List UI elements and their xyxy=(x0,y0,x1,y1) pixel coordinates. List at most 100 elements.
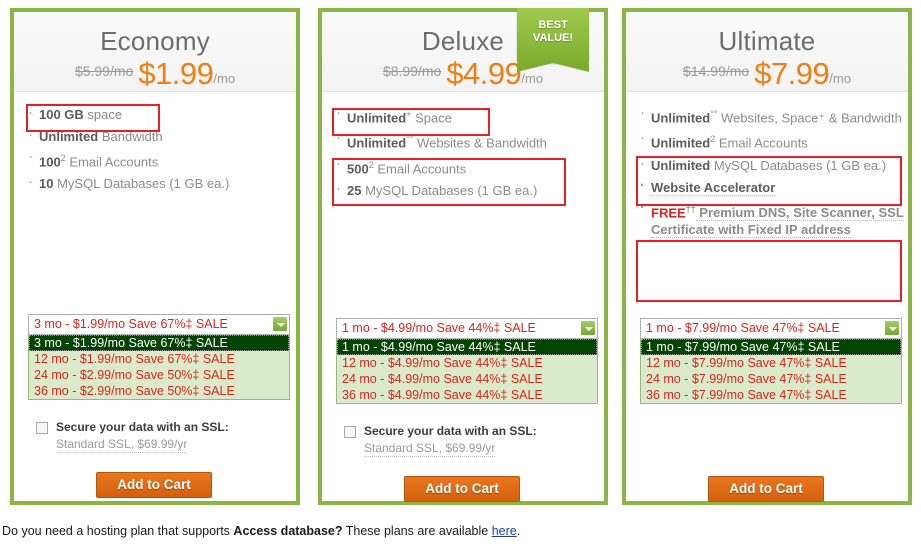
chevron-down-icon[interactable] xyxy=(272,316,288,332)
feature-list-ultimate: Unlimited°° Websites, Space⁺ & Bandwidth… xyxy=(626,92,908,238)
plan-old-price-ultimate: $14.99/mo xyxy=(683,63,750,79)
footer-note: Do you need a hosting plan that supports… xyxy=(2,524,520,538)
feature-footnote-marker: †† xyxy=(685,203,696,214)
chevron-down-icon[interactable] xyxy=(884,320,900,336)
feature-text: Websites xyxy=(717,110,775,126)
plan-card-ultimate: Ultimate $14.99/mo$7.99/mo Unlimited°° W… xyxy=(622,8,912,505)
feature-highlight: FREE xyxy=(651,204,686,220)
ssl-label-economy: Secure your data with an SSL: xyxy=(56,420,229,434)
plan-card-deluxe: Deluxe $8.99/mo$4.99/mo Unlimited+ Space… xyxy=(318,8,608,505)
feature-text: MySQL Databases (1 GB ea.) xyxy=(710,157,887,173)
feature-item: Unlimited Bandwidth xyxy=(26,126,296,145)
plan-price-economy: $1.99 xyxy=(138,56,214,91)
term-option-list-ultimate[interactable]: 1 mo - $7.99/mo Save 47%‡ SALE 12 mo - $7… xyxy=(640,339,902,404)
add-to-cart-button-deluxe[interactable]: Add to Cart xyxy=(404,476,520,502)
term-option[interactable]: 24 mo - $4.99/mo Save 44%‡ SALE xyxy=(337,371,597,387)
feature-item: 25 MySQL Databases (1 GB ea.) xyxy=(334,180,604,199)
feature-highlight: Unlimited xyxy=(39,129,99,144)
term-option[interactable]: 36 mo - $7.99/mo Save 47%‡ SALE xyxy=(641,387,901,403)
term-select-display-economy[interactable]: 3 mo - $1.99/mo Save 67%‡ SALE xyxy=(28,314,290,335)
term-selector-economy[interactable]: 3 mo - $1.99/mo Save 67%‡ SALE 3 mo - $1… xyxy=(28,314,290,400)
feature-text-tail: & Bandwidth xyxy=(470,135,547,151)
feature-text: Email Accounts xyxy=(715,135,808,151)
term-option[interactable]: 36 mo - $4.99/mo Save 44%‡ SALE xyxy=(337,387,597,403)
footer-link-here[interactable]: here xyxy=(492,524,517,538)
plan-price-row-economy: $5.99/mo $1.99/mo xyxy=(14,58,296,89)
ssl-sublabel-economy: Standard SSL, $69.99/yr xyxy=(56,437,188,453)
feature-text: Bandwidth xyxy=(98,129,163,144)
chevron-down-icon[interactable] xyxy=(580,320,596,336)
term-option[interactable]: 36 mo - $2.99/mo Save 50%‡ SALE xyxy=(29,383,289,399)
feature-item: 5002 Email Accounts xyxy=(334,155,604,177)
feature-text: Websites xyxy=(413,135,471,151)
ssl-sublabel-deluxe: Standard SSL, $69.99/yr xyxy=(364,441,496,457)
plan-price-deluxe: $4.99 xyxy=(446,56,522,91)
term-option[interactable]: 24 mo - $2.99/mo Save 50%‡ SALE xyxy=(29,367,289,383)
feature-text: Email Accounts xyxy=(373,160,467,176)
plan-old-price-deluxe: $8.99/mo xyxy=(382,63,442,79)
feature-item: 10 MySQL Databases (1 GB ea.) xyxy=(26,173,296,192)
feature-text-tail: , Space⁺ & Bandwidth xyxy=(774,110,902,126)
term-option[interactable]: 24 mo - $7.99/mo Save 47%‡ SALE xyxy=(641,371,901,387)
plan-price-row-ultimate: $14.99/mo $7.99/mo xyxy=(626,58,908,89)
ssl-upsell-economy: Secure your data with an SSL: Standard S… xyxy=(28,420,288,453)
term-option[interactable]: 12 mo - $4.99/mo Save 44%‡ SALE xyxy=(337,355,597,371)
term-option[interactable]: 1 mo - $7.99/mo Save 47%‡ SALE xyxy=(641,339,901,355)
feature-item: Unlimited MySQL Databases (1 GB ea.) xyxy=(638,155,908,174)
term-selector-ultimate[interactable]: 1 mo - $7.99/mo Save 47%‡ SALE 1 mo - $7… xyxy=(640,318,902,404)
best-value-ribbon: BEST VALUE! xyxy=(517,8,589,72)
plan-price-period-ultimate: /mo xyxy=(829,71,851,86)
footer-text-middle: These plans are available xyxy=(342,524,492,538)
term-option-list-deluxe[interactable]: 1 mo - $4.99/mo Save 44%‡ SALE 12 mo - $4… xyxy=(336,339,598,404)
annotation-box-ultimate-free-extras xyxy=(636,240,902,302)
ribbon-line-1: BEST xyxy=(538,19,568,31)
feature-list-deluxe: Unlimited+ Space Unlimited°° Websites & B… xyxy=(322,92,604,199)
feature-text: Email Accounts xyxy=(65,154,159,170)
feature-highlight: 500 xyxy=(347,160,369,176)
footer-text-after: . xyxy=(516,524,521,538)
feature-list-economy: 100 GB space Unlimited Bandwidth 1002 Emai… xyxy=(14,92,296,192)
add-to-cart-button-ultimate[interactable]: Add to Cart xyxy=(708,476,824,502)
ssl-label-deluxe: Secure your data with an SSL: xyxy=(364,424,537,438)
term-option[interactable]: 1 mo - $4.99/mo Save 44%‡ SALE xyxy=(337,339,597,355)
feature-item: Unlimited+ Space xyxy=(334,104,604,126)
feature-text: MySQL Databases (1 GB ea.) xyxy=(361,182,538,198)
plan-title-economy: Economy xyxy=(100,26,210,56)
plan-header-ultimate: Ultimate $14.99/mo $7.99/mo xyxy=(626,12,908,92)
term-option[interactable]: 12 mo - $7.99/mo Save 47%‡ SALE xyxy=(641,355,901,371)
ribbon-line-2: VALUE! xyxy=(532,32,574,44)
plan-header-economy: Economy $5.99/mo $1.99/mo xyxy=(14,12,296,92)
feature-item: Unlimited°° Websites, Space⁺ & Bandwidth xyxy=(638,104,908,126)
ssl-checkbox-deluxe[interactable] xyxy=(344,426,356,438)
feature-text: MySQL Databases (1 GB ea.) xyxy=(53,176,230,192)
feature-item: Unlimited2 Email Accounts xyxy=(638,129,908,151)
feature-item: Unlimited°° Websites & Bandwidth xyxy=(334,129,604,151)
plan-price-ultimate: $7.99 xyxy=(754,56,830,91)
add-to-cart-button-economy[interactable]: Add to Cart xyxy=(96,472,212,498)
feature-highlight: Unlimited xyxy=(651,157,711,173)
footer-text-before: Do you need a hosting plan that supports xyxy=(2,524,234,538)
feature-highlight: Website Accelerator xyxy=(651,179,776,196)
term-select-display-ultimate[interactable]: 1 mo - $7.99/mo Save 47%‡ SALE xyxy=(640,318,902,339)
feature-highlight: Unlimited xyxy=(651,110,711,126)
feature-item: FREE†† Premium DNS, Site Scanner, SSL Ce… xyxy=(638,199,908,238)
plan-old-price-economy: $5.99/mo xyxy=(74,63,134,79)
feature-highlight: 100 GB xyxy=(39,107,84,122)
feature-highlight: 10 xyxy=(39,176,54,192)
term-select-display-deluxe[interactable]: 1 mo - $4.99/mo Save 44%‡ SALE xyxy=(336,318,598,339)
plan-title-ultimate: Ultimate xyxy=(718,26,816,56)
ssl-upsell-deluxe: Secure your data with an SSL: Standard S… xyxy=(336,424,596,457)
term-option[interactable]: 12 mo - $1.99/mo Save 67%‡ SALE xyxy=(29,351,289,367)
feature-text: space xyxy=(83,107,123,122)
feature-highlight: Unlimited xyxy=(347,135,407,151)
feature-highlight: Unlimited xyxy=(651,135,711,151)
feature-item: 1002 Email Accounts xyxy=(26,148,296,170)
term-option[interactable]: 3 mo - $1.99/mo Save 67%‡ SALE xyxy=(29,335,289,351)
pricing-page: Economy $5.99/mo$1.99/mo 100 GB space Unl… xyxy=(0,0,921,551)
footer-text-bold: Access database? xyxy=(233,524,343,538)
term-option-list-economy[interactable]: 3 mo - $1.99/mo Save 67%‡ SALE 12 mo - $1… xyxy=(28,335,290,400)
ssl-checkbox-economy[interactable] xyxy=(36,422,48,434)
feature-item: 100 GB space xyxy=(26,104,296,123)
term-selector-deluxe[interactable]: 1 mo - $4.99/mo Save 44%‡ SALE 1 mo - $4… xyxy=(336,318,598,404)
feature-highlight: 100 xyxy=(39,154,61,170)
